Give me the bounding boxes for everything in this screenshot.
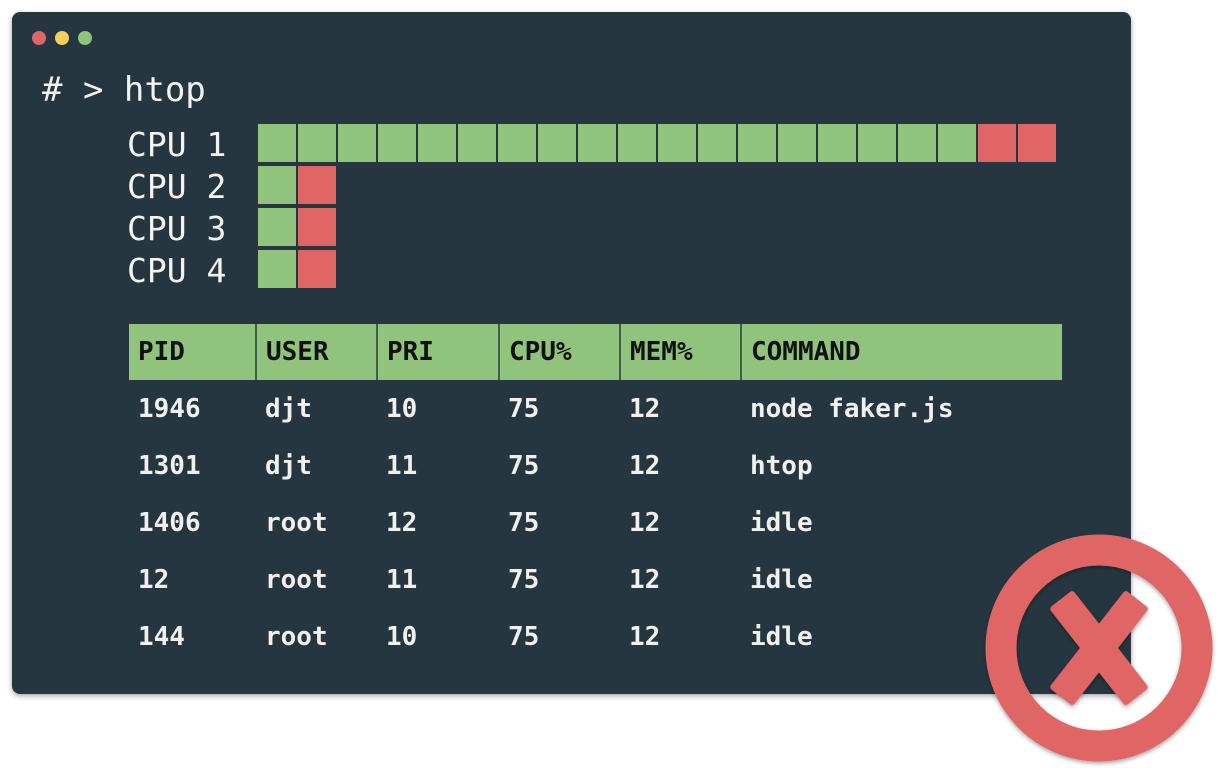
cpu-block-used — [538, 124, 576, 162]
cell-command: htop — [750, 450, 813, 481]
cpu-block-overload — [298, 166, 336, 204]
table-header-row: PID USER PRI CPU% MEM% COMMAND — [129, 324, 1062, 380]
cpu-label: CPU 3 — [127, 208, 227, 248]
cell-cpu: 75 — [508, 450, 540, 481]
cpu-block-used — [898, 124, 936, 162]
cpu-label: CPU 4 — [127, 250, 227, 290]
cpu-block-used — [258, 124, 296, 162]
x-circle-icon — [985, 534, 1213, 762]
cell-user: root — [265, 621, 328, 652]
error-badge — [985, 534, 1213, 762]
cpu-block-used — [698, 124, 736, 162]
column-header-cpu[interactable]: CPU% — [498, 324, 620, 380]
cpu-label: CPU 2 — [127, 166, 227, 206]
cpu-block-used — [738, 124, 776, 162]
cpu-bar — [258, 166, 338, 204]
cell-mem: 12 — [629, 507, 661, 538]
cpu-block-used — [298, 124, 336, 162]
column-header-pri[interactable]: PRI — [376, 324, 499, 380]
cell-command: node faker.js — [750, 393, 954, 424]
cpu-block-used — [658, 124, 696, 162]
cell-pri: 12 — [386, 507, 418, 538]
cpu-block-used — [938, 124, 976, 162]
cpu-block-overload — [298, 250, 336, 288]
column-header-command[interactable]: COMMAND — [740, 324, 1062, 380]
cpu-block-used — [498, 124, 536, 162]
cpu-bar — [258, 124, 1058, 162]
cpu-meter: CPU 2 — [127, 166, 336, 206]
cell-pid: 1301 — [138, 450, 201, 481]
cpu-block-used — [338, 124, 376, 162]
cell-mem: 12 — [629, 564, 661, 595]
table-row[interactable]: 144 root 10 75 12 idle — [129, 608, 1062, 665]
table-row[interactable]: 12 root 11 75 12 idle — [129, 551, 1062, 608]
cell-pri: 10 — [386, 393, 418, 424]
cpu-block-used — [258, 250, 296, 288]
cell-user: root — [265, 564, 328, 595]
cpu-block-used — [418, 124, 456, 162]
table-row[interactable]: 1301 djt 11 75 12 htop — [129, 437, 1062, 494]
cell-cpu: 75 — [508, 393, 540, 424]
cpu-meter: CPU 1 — [127, 124, 1056, 164]
cpu-bar — [258, 208, 338, 246]
cell-pri: 11 — [386, 564, 418, 595]
column-header-mem[interactable]: MEM% — [619, 324, 741, 380]
terminal-window: # > htop CPU 1 CPU 2 CPU 3 CPU 4 PID USE… — [12, 12, 1131, 694]
cpu-block-used — [258, 208, 296, 246]
cpu-block-used — [618, 124, 656, 162]
cpu-bar — [258, 250, 338, 288]
cpu-block-used — [458, 124, 496, 162]
column-header-user[interactable]: USER — [255, 324, 377, 380]
cell-pri: 10 — [386, 621, 418, 652]
cell-user: djt — [265, 450, 312, 481]
cell-mem: 12 — [629, 450, 661, 481]
window-controls — [32, 31, 92, 45]
cell-cpu: 75 — [508, 621, 540, 652]
cell-pri: 11 — [386, 450, 418, 481]
cell-mem: 12 — [629, 621, 661, 652]
cpu-block-used — [258, 166, 296, 204]
cpu-block-used — [858, 124, 896, 162]
column-header-pid[interactable]: PID — [129, 324, 256, 380]
cpu-block-overload — [978, 124, 1016, 162]
cell-pid: 144 — [138, 621, 185, 652]
cross-mark — [1050, 591, 1148, 705]
cell-pid: 1406 — [138, 507, 201, 538]
cpu-label: CPU 1 — [127, 124, 227, 164]
process-table: PID USER PRI CPU% MEM% COMMAND 1946 djt 10… — [129, 324, 1062, 665]
cpu-block-used — [578, 124, 616, 162]
cell-user: root — [265, 507, 328, 538]
table-row[interactable]: 1406 root 12 75 12 idle — [129, 494, 1062, 551]
close-button[interactable] — [32, 31, 46, 45]
cell-pid: 12 — [138, 564, 170, 595]
minimize-button[interactable] — [55, 31, 69, 45]
cpu-block-overload — [1018, 124, 1056, 162]
cpu-block-overload — [298, 208, 336, 246]
cell-user: djt — [265, 393, 312, 424]
cpu-block-used — [778, 124, 816, 162]
table-row[interactable]: 1946 djt 10 75 12 node faker.js — [129, 380, 1062, 437]
cpu-meter: CPU 4 — [127, 250, 336, 290]
cell-mem: 12 — [629, 393, 661, 424]
cell-cpu: 75 — [508, 507, 540, 538]
cpu-block-used — [818, 124, 856, 162]
maximize-button[interactable] — [78, 31, 92, 45]
cpu-block-used — [378, 124, 416, 162]
cell-pid: 1946 — [138, 393, 201, 424]
cell-cpu: 75 — [508, 564, 540, 595]
cpu-meter: CPU 3 — [127, 208, 336, 248]
command-prompt: # > htop — [42, 70, 206, 110]
